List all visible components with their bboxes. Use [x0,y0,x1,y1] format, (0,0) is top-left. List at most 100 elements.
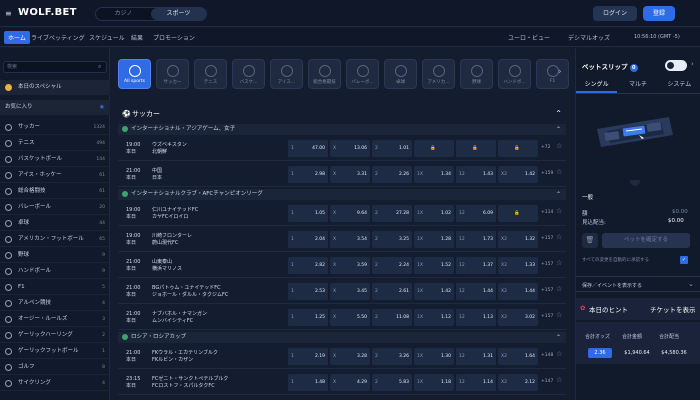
nav-home[interactable]: ホーム [4,31,30,44]
more-markets[interactable]: +157 [541,236,553,241]
odds-button[interactable]: 2 5.83 [372,374,412,391]
sidebar-item-special[interactable]: 本日のスペシャル [0,80,110,95]
menu-icon[interactable]: ≡ [5,9,12,18]
odds-button[interactable]: 12 1.43 [456,166,496,183]
sidebar-item-sport[interactable]: バレーボール 20 [0,200,110,215]
sidebar-item-favorites[interactable]: お気に入り ★ [0,100,110,115]
star-icon[interactable]: ☆ [556,233,562,241]
odds-button[interactable]: 12 1.13 [456,309,496,326]
nav-results[interactable]: 結果 [131,33,143,42]
match-teams[interactable]: BGパトゥム・ユナイテッドFC ジョホール・ダルル・タクジムFC [152,285,228,299]
odds-button[interactable]: X 5.50 [330,309,370,326]
odds-button[interactable]: 1 2.04 [288,231,328,248]
odds-button[interactable]: 1X 1.18 [414,374,454,391]
odds-button[interactable]: X 13.06 [330,140,370,157]
match-row[interactable]: 19:00 本日 仁川ユナイテッドFC カヤFCイロイロ 1 1.05 X 9.64 2 27.2… [118,202,566,226]
match-row[interactable]: 21:00 本日 ナブバホル・ナマンガン ムンバイシティFC 1 1.25 X 5.50 2 11… [118,306,566,330]
more-markets[interactable]: +157 [541,314,553,319]
tab-casino[interactable]: カジノ [96,8,151,20]
betslip-toggle[interactable] [665,60,687,71]
odds-button[interactable]: 1 2.53 [288,283,328,300]
odds-button[interactable]: X 4.29 [330,374,370,391]
sport-tile[interactable]: 野球 [460,59,493,89]
odds-button[interactable]: 1 1.48 [288,374,328,391]
sport-tile[interactable]: アイス... [270,59,303,89]
nav-schedule[interactable]: スケジュール [89,33,125,42]
match-teams[interactable]: 山東泰山 横浜マリノス [152,259,182,273]
match-teams[interactable]: FKウラル・エカテリンブルク FKルビン・カザン [152,350,218,364]
sidebar-item-sport[interactable]: F1 5 [0,280,110,295]
odds-button[interactable]: X2 3.02 [498,309,538,326]
tab-single[interactable]: シングル [576,78,618,93]
odds-view-select[interactable]: ユーロ・ビュー [508,33,550,42]
odds-button[interactable]: 12 1.44 [456,283,496,300]
odds-button[interactable]: X2 1.33 [498,257,538,274]
match-teams[interactable]: ウズベキスタン 北朝鮮 [152,142,187,156]
sport-tile[interactable]: サッカー [156,59,189,89]
auto-accept-checkbox[interactable]: ✓ [680,256,688,264]
tiles-next-arrow[interactable]: › [558,67,562,77]
sidebar-item-sport[interactable]: ゲーリックフットボール 1 [0,344,110,359]
odds-button[interactable]: 1 2.98 [288,166,328,183]
chevron-up-icon[interactable]: ⌃ [556,189,561,200]
more-markets[interactable]: +72 [541,145,551,150]
odds-button[interactable]: 1X 1.42 [414,283,454,300]
odds-button[interactable]: X2 1.42 [498,166,538,183]
match-row[interactable]: 21:00 本日 中国 日本 1 2.98 X 3.31 2 2.26 1X 1.34 12 1.43 X2… [118,163,566,187]
match-teams[interactable]: 川崎フロンターレ 蔚山現代FC [152,233,192,247]
match-teams[interactable]: 中国 日本 [152,168,162,182]
chevron-up-icon[interactable]: ⌃ [556,124,561,135]
match-row[interactable]: 21:00 本日 BGパトゥム・ユナイテッドFC ジョホール・ダルル・タクジムFC 1 2… [118,280,566,304]
sidebar-item-sport[interactable]: 卓球 44 [0,216,110,231]
more-markets[interactable]: +147 [541,379,553,384]
tab-sports[interactable]: スポーツ [151,8,206,20]
sidebar-item-sport[interactable]: バスケットボール 144 [0,152,110,167]
odds-button[interactable]: X 3.54 [330,231,370,248]
register-button[interactable]: 登録 [643,6,675,21]
league-header[interactable]: インターナショナル・アジアゲーム、女子 ⌃ [118,124,566,135]
more-markets[interactable]: +148 [541,353,553,358]
collapse-icon[interactable]: › [691,60,694,68]
sport-tile[interactable]: F1 [536,59,569,89]
more-markets[interactable]: +157 [541,288,553,293]
odds-format-select[interactable]: デシマルオッズ [568,33,610,42]
tab-daily-tip[interactable]: 本日のヒント [589,304,628,314]
odds-button[interactable]: 1 1.05 [288,205,328,222]
odds-button[interactable]: 2 27.28 [372,205,412,222]
sidebar-item-sport[interactable]: サイクリング 4 [0,376,110,391]
match-teams[interactable]: FCゼニト・サンクトペテルブルク FCロストフ・スパルタクFC [152,376,228,390]
odds-button[interactable]: 1X 1.12 [414,309,454,326]
sidebar-item-sport[interactable]: 野球 9 [0,248,110,263]
search-input[interactable]: 検索 [3,61,107,73]
odds-button[interactable]: 2 3.26 [372,348,412,365]
odds-button[interactable]: 1 2.82 [288,257,328,274]
odds-button[interactable]: 12 1.31 [456,348,496,365]
odds-button[interactable]: 1X 1.30 [414,348,454,365]
sport-tile[interactable]: テニス [194,59,227,89]
sport-tile[interactable]: ハンドボ... [498,59,531,89]
odds-button[interactable]: 2 3.25 [372,231,412,248]
sidebar-item-sport[interactable]: ゲーリックハーリング 2 [0,328,110,343]
star-icon[interactable]: ☆ [556,376,562,384]
star-icon[interactable]: ☆ [556,311,562,319]
match-row[interactable]: 21:00 本日 FKウラル・エカテリンブルク FKルビン・カザン 1 2.19 X 3.28… [118,345,566,369]
league-header[interactable]: インターナショナルクラブ・AFCチャンピオンリーグ ⌃ [118,189,566,200]
sidebar-item-sport[interactable]: アメリカン・フットボール 65 [0,232,110,247]
star-icon[interactable]: ☆ [556,350,562,358]
tab-system[interactable]: システム [659,78,700,93]
match-row[interactable]: 23:15 本日 FCゼニト・サンクトペテルブルク FCロストフ・スパルタクFC 1 1.… [118,371,566,395]
sport-tile[interactable]: バスケ... [232,59,265,89]
star-icon[interactable]: ☆ [556,168,562,176]
odds-button[interactable]: 2 2.24 [372,257,412,274]
section-header[interactable]: ⚽ サッカー ⌃ [118,106,566,122]
nav-promotions[interactable]: プロモーション [153,33,195,42]
sidebar-item-sport[interactable]: 総合格闘技 61 [0,184,110,199]
sidebar-item-sport[interactable]: ハンドボール 9 [0,264,110,279]
odds-button[interactable]: X 3.31 [330,166,370,183]
sidebar-item-sport[interactable]: テニス 494 [0,136,110,151]
odds-button[interactable]: 12 1.37 [456,257,496,274]
nav-live[interactable]: ライブベッティング [31,33,85,42]
match-teams[interactable]: 仁川ユナイテッドFC カヤFCイロイロ [152,207,198,221]
chevron-up-icon[interactable]: ⌃ [555,106,562,122]
trash-icon[interactable]: 🗑 [582,233,598,248]
